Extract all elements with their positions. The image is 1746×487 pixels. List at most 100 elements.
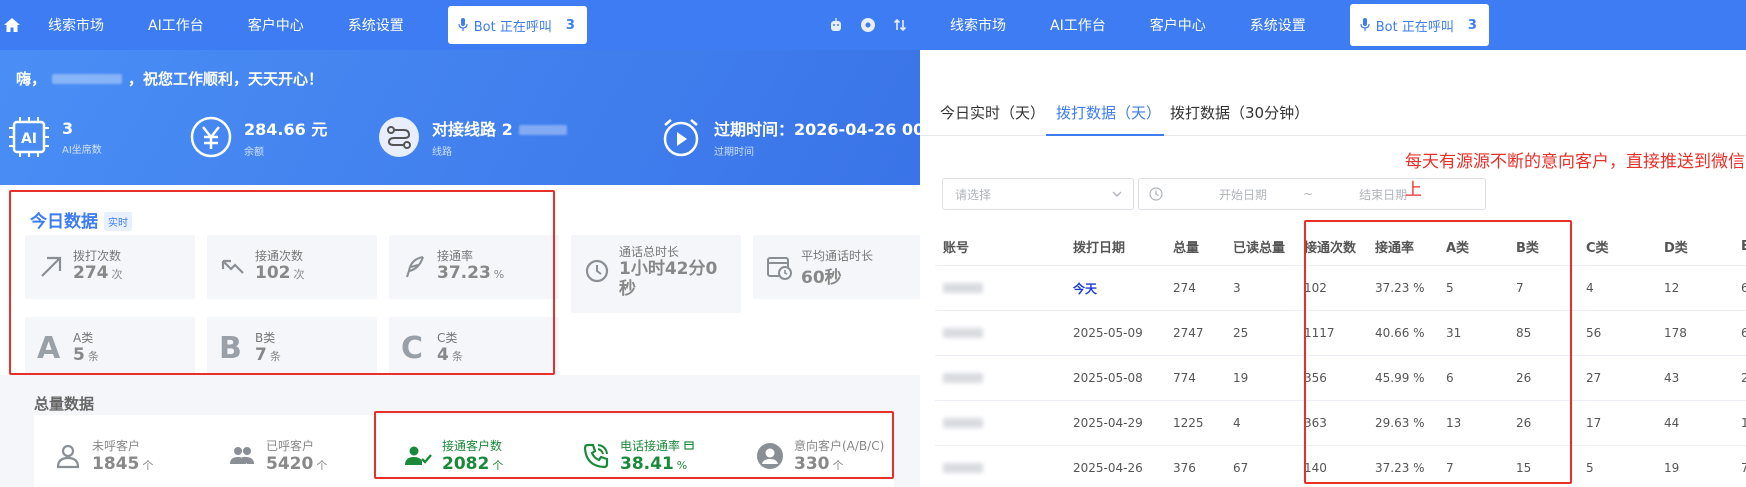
route-icon: [379, 117, 419, 157]
account-cell: [943, 356, 983, 400]
nav-system-settings[interactable]: 系统设置: [348, 15, 404, 35]
masked-account: [943, 463, 983, 473]
table-cell: 274: [1173, 281, 1196, 295]
robot-icon[interactable]: [828, 17, 844, 33]
start-date-input[interactable]: 开始日期: [1219, 186, 1267, 203]
col-account: 账号: [943, 241, 970, 256]
end-date-input[interactable]: 结束日期: [1359, 186, 1407, 203]
timer-icon: [585, 259, 609, 283]
table-cell: 2025-05-08: [1073, 371, 1143, 385]
tab-dial-data-day[interactable]: 拨打数据（天）: [1056, 102, 1161, 123]
nav-customer-center[interactable]: 客户中心: [248, 15, 304, 35]
ai-seats-label: AI坐席数: [62, 144, 102, 156]
account-cell: [943, 401, 983, 445]
table-cell: 44: [1664, 416, 1680, 430]
account-cell: [943, 446, 983, 487]
aperture-icon[interactable]: [860, 17, 876, 33]
nav-ai-workbench-right[interactable]: AI工作台: [1050, 15, 1106, 35]
table-cell: 7: [1741, 461, 1746, 475]
highlight-totals: [374, 411, 894, 479]
stat-balance: 284.66 元余额: [190, 116, 327, 158]
tab-today-realtime[interactable]: 今日实时（天）: [940, 102, 1045, 123]
table-cell: 56: [1586, 326, 1602, 340]
masked-route-id: [518, 125, 567, 135]
stat-ai-seats: AI 3 AI坐席数: [8, 116, 102, 158]
total-duration-label: 通话总时长: [619, 245, 680, 259]
table-cell: 67: [1233, 461, 1249, 475]
col-class-c: C类: [1586, 241, 1609, 256]
calendar-clock-icon: [767, 257, 792, 280]
table-cell: 6: [1741, 326, 1746, 340]
ai-chip-icon: AI: [9, 117, 49, 157]
table-cell: 43: [1664, 371, 1680, 385]
sort-arrows-icon[interactable]: [892, 17, 908, 33]
highlight-today-data: [9, 190, 555, 375]
svg-text:AI: AI: [21, 131, 37, 147]
toolbar-icons: [812, 0, 920, 50]
screenshot-root: 线索市场 AI工作台 客户中心 系统设置 Bot 正在呼叫 3 嗨， ，祝您工作…: [0, 0, 1746, 487]
clock-icon: [1149, 187, 1163, 201]
col-read-total: 已读总量: [1233, 241, 1286, 256]
alarm-clock-icon: [663, 119, 699, 157]
bot-calling-label-right: Bot 正在呼叫: [1375, 19, 1454, 35]
col-dial-date: 拨打日期: [1073, 241, 1126, 256]
highlight-connect-columns: [1304, 220, 1572, 484]
col-total: 总量: [1173, 241, 1200, 256]
table-cell: 今天: [1073, 281, 1098, 296]
called-label: 已呼客户: [266, 439, 315, 453]
nav-ai-workbench[interactable]: AI工作台: [148, 15, 204, 35]
card-total-duration: 通话总时长 1小时42分0秒: [571, 235, 741, 313]
table-cell: 774: [1173, 371, 1196, 385]
table-cell: 12: [1664, 281, 1680, 295]
route-value: 对接线路 2: [432, 116, 573, 140]
table-cell: 2025-04-26: [1073, 461, 1143, 475]
table-cell: 4: [1586, 281, 1594, 295]
expiry-value: 过期时间：2026-04-26 00:00: [714, 120, 920, 139]
masked-username: [52, 73, 123, 84]
table-cell: 376: [1173, 461, 1196, 475]
account-select[interactable]: 请选择: [942, 178, 1134, 210]
table-cell: 25: [1233, 326, 1249, 340]
uncalled-value: 1845 个: [92, 454, 154, 474]
greeting-prefix: 嗨，: [16, 70, 47, 88]
masked-account: [943, 373, 983, 383]
account-cell: [943, 311, 983, 355]
bot-calling-button-right[interactable]: Bot 正在呼叫 3: [1349, 4, 1489, 46]
avg-duration-label: 平均通话时长: [801, 249, 874, 263]
table-cell: 27: [1586, 371, 1602, 385]
nav-leads-market-right[interactable]: 线索市场: [950, 15, 1006, 35]
table-cell: 1: [1741, 416, 1746, 430]
tab-dial-data-30min[interactable]: 拨打数据（30分钟）: [1170, 102, 1309, 123]
bot-calling-button[interactable]: Bot 正在呼叫 3: [447, 6, 587, 44]
active-tab-indicator: [1046, 134, 1164, 136]
chevron-down-icon: [1112, 191, 1122, 197]
col-class-e: E: [1741, 239, 1746, 254]
nav-customer-center-right[interactable]: 客户中心: [1150, 15, 1206, 35]
microphone-icon: [1360, 18, 1370, 31]
table-cell: 5: [1586, 461, 1594, 475]
table-cell: 2: [1741, 371, 1746, 385]
date-range-separator: ~: [1303, 187, 1314, 201]
col-class-d: D类: [1664, 241, 1688, 256]
table-cell: 2025-04-29: [1073, 416, 1143, 430]
called-value: 5420 个: [266, 454, 328, 474]
avg-duration-value: 60秒: [801, 268, 842, 288]
greeting-text: 嗨， ，祝您工作顺利，天天开心！: [16, 68, 323, 89]
table-cell: 17: [1586, 416, 1602, 430]
nav-system-settings-right[interactable]: 系统设置: [1250, 15, 1306, 35]
dial-data-panel: 线索市场 AI工作台 客户中心 系统设置 Bot 正在呼叫 3 今日实时（天） …: [920, 0, 1746, 487]
home-icon[interactable]: [2, 15, 22, 35]
microphone-icon: [458, 18, 468, 31]
balance-label: 余额: [244, 147, 264, 158]
annotation-text: 每天有源源不断的意向客户，直接推送到微信上: [1405, 152, 1745, 200]
account-select-placeholder: 请选择: [955, 187, 992, 202]
greeting-suffix: ，祝您工作顺利，天天开心！: [128, 70, 324, 88]
bot-calling-count: 3: [565, 17, 575, 33]
table-cell: 19: [1664, 461, 1680, 475]
nav-leads-market[interactable]: 线索市场: [48, 15, 104, 35]
ai-seats-value: 3: [62, 118, 74, 138]
balance-value: 284.66 元: [244, 120, 328, 139]
bot-calling-label: Bot 正在呼叫: [473, 19, 552, 35]
total-called: 已呼客户 5420 个: [228, 437, 327, 474]
top-nav: 线索市场 AI工作台 客户中心 系统设置 Bot 正在呼叫 3: [0, 0, 920, 50]
